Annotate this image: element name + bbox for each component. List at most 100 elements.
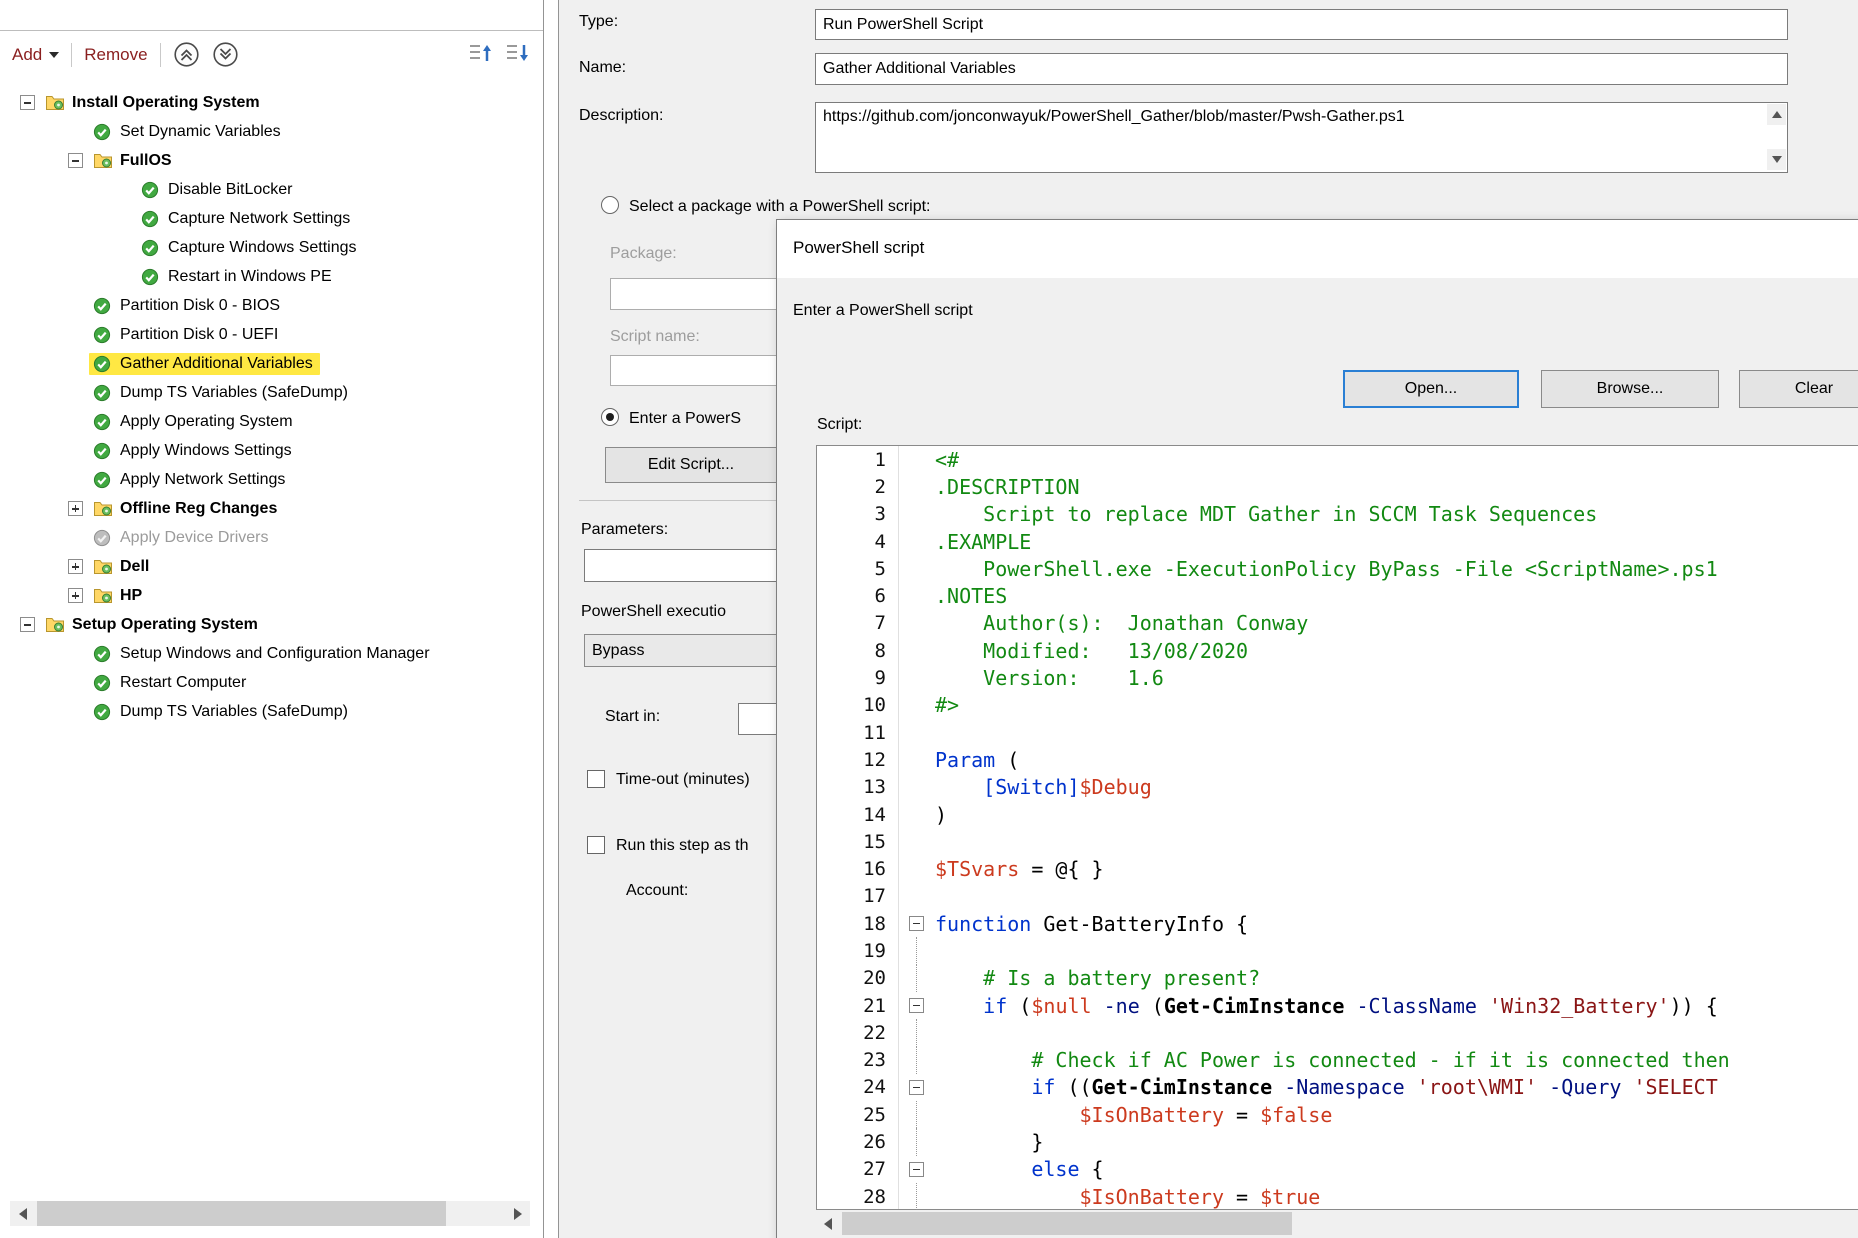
tree-indent-spacer: [116, 182, 131, 197]
select-package-radio[interactable]: [601, 196, 619, 214]
add-button[interactable]: Add: [12, 45, 59, 65]
tree-item[interactable]: Capture Windows Settings: [0, 233, 542, 262]
step-success-icon: [93, 703, 113, 721]
type-field[interactable]: Run PowerShell Script: [815, 9, 1788, 40]
tree-item[interactable]: Set Dynamic Variables: [0, 117, 542, 146]
fold-margin: [899, 1101, 935, 1128]
script-editor[interactable]: 1<#2.DESCRIPTION3 Script to replace MDT …: [816, 445, 1858, 1210]
code-line: 20 # Is a battery present?: [817, 965, 1858, 992]
editor-horizontal-scrollbar[interactable]: [816, 1212, 1858, 1235]
code-fold-collapse-icon[interactable]: [909, 916, 924, 931]
tree-item[interactable]: Offline Reg Changes: [0, 494, 542, 523]
code-line: 14): [817, 801, 1858, 828]
scroll-left-button[interactable]: [816, 1212, 839, 1235]
tree-item-content: Offline Reg Changes: [89, 498, 284, 520]
task-sequence-tree[interactable]: Install Operating System Set Dynamic Vari…: [0, 88, 542, 1178]
tree-item-content: Set Dynamic Variables: [89, 121, 288, 143]
collapse-all-button[interactable]: [173, 41, 200, 68]
collapse-toggle-icon[interactable]: [20, 617, 35, 632]
timeout-checkbox[interactable]: [587, 770, 605, 788]
tree-item[interactable]: Restart in Windows PE: [0, 262, 542, 291]
code-fold-collapse-icon[interactable]: [909, 1162, 924, 1177]
step-success-icon: [93, 123, 113, 141]
tree-item[interactable]: Partition Disk 0 - UEFI: [0, 320, 542, 349]
description-scroll-up-button[interactable]: [1767, 104, 1786, 125]
name-field[interactable]: Gather Additional Variables: [815, 53, 1788, 85]
expand-all-button[interactable]: [212, 41, 239, 68]
expand-toggle-icon[interactable]: [68, 559, 83, 574]
tree-item[interactable]: Apply Network Settings: [0, 465, 542, 494]
line-number: 24: [817, 1074, 899, 1101]
scrollbar-thumb[interactable]: [37, 1201, 446, 1226]
code-text: .DESCRIPTION: [935, 475, 1080, 499]
line-number: 8: [817, 637, 899, 664]
tree-item[interactable]: Disable BitLocker: [0, 175, 542, 204]
scroll-right-button[interactable]: [505, 1201, 530, 1226]
tree-horizontal-scrollbar[interactable]: [10, 1201, 530, 1226]
code-line: 18function Get-BatteryInfo {: [817, 910, 1858, 937]
scrollbar-track[interactable]: [35, 1201, 505, 1226]
tree-item-content: Gather Additional Variables: [89, 353, 320, 375]
tree-item[interactable]: Apply Device Drivers: [0, 523, 542, 552]
code-text: $IsOnBattery = $true: [935, 1185, 1320, 1209]
tree-item-label: HP: [120, 587, 142, 605]
remove-button[interactable]: Remove: [84, 45, 147, 65]
tree-item-content: Capture Network Settings: [137, 208, 357, 230]
tree-item[interactable]: Install Operating System: [0, 88, 542, 117]
script-name-label: Script name:: [610, 328, 700, 346]
open-button[interactable]: Open...: [1343, 370, 1519, 408]
collapse-toggle-icon[interactable]: [68, 153, 83, 168]
tree-item[interactable]: Gather Additional Variables: [0, 349, 542, 378]
step-success-icon: [141, 210, 161, 228]
code-text: .EXAMPLE: [935, 530, 1031, 554]
scrollbar-thumb[interactable]: [842, 1212, 1292, 1235]
fold-margin: [899, 446, 935, 473]
collapse-toggle-icon[interactable]: [20, 95, 35, 110]
tree-item[interactable]: Dell: [0, 552, 542, 581]
edit-script-button[interactable]: Edit Script...: [605, 447, 777, 483]
description-field[interactable]: https://github.com/jonconwayuk/PowerShel…: [815, 102, 1788, 173]
line-number: 14: [817, 801, 899, 828]
code-fold-collapse-icon[interactable]: [909, 1080, 924, 1095]
collapse-groups-button[interactable]: [504, 41, 531, 68]
tree-item-content: FullOS: [89, 150, 179, 172]
tree-item[interactable]: Apply Operating System: [0, 407, 542, 436]
tree-item[interactable]: Capture Network Settings: [0, 204, 542, 233]
run-as-checkbox[interactable]: [587, 836, 605, 854]
code-fold-collapse-icon[interactable]: [909, 998, 924, 1013]
enter-script-radio[interactable]: [601, 408, 619, 426]
tree-item[interactable]: Apply Windows Settings: [0, 436, 542, 465]
execution-policy-label: PowerShell executio: [581, 603, 726, 621]
expand-toggle-icon[interactable]: [68, 588, 83, 603]
expand-groups-button[interactable]: [467, 41, 494, 68]
tree-item-label: Dell: [120, 558, 149, 576]
tree-item[interactable]: HP: [0, 581, 542, 610]
clear-button[interactable]: Clear: [1739, 370, 1858, 408]
browse-button[interactable]: Browse...: [1541, 370, 1719, 408]
code-line: 19: [817, 937, 1858, 964]
tree-item[interactable]: Dump TS Variables (SafeDump): [0, 378, 542, 407]
tree-item[interactable]: Dump TS Variables (SafeDump): [0, 697, 542, 726]
tree-item[interactable]: Partition Disk 0 - BIOS: [0, 291, 542, 320]
add-dropdown-caret-icon: [49, 52, 59, 63]
remove-button-label: Remove: [84, 45, 147, 65]
description-scroll-down-button[interactable]: [1767, 149, 1786, 170]
code-line: 5 PowerShell.exe -ExecutionPolicy ByPass…: [817, 555, 1858, 582]
scroll-left-button[interactable]: [10, 1201, 35, 1226]
tree-item-label: Capture Network Settings: [168, 210, 350, 228]
expand-toggle-icon[interactable]: [68, 501, 83, 516]
line-number: 5: [817, 555, 899, 582]
code-line: 23 # Check if AC Power is connected - if…: [817, 1047, 1858, 1074]
account-label: Account:: [626, 882, 688, 900]
group-folder-icon: [93, 587, 113, 605]
tree-item[interactable]: Restart Computer: [0, 668, 542, 697]
tree-item[interactable]: Setup Operating System: [0, 610, 542, 639]
fold-margin: [899, 1047, 935, 1074]
code-line: 28 $IsOnBattery = $true: [817, 1183, 1858, 1210]
tree-item[interactable]: Setup Windows and Configuration Manager: [0, 639, 542, 668]
tree-item-content: HP: [89, 585, 149, 607]
tree-item[interactable]: FullOS: [0, 146, 542, 175]
line-number: 17: [817, 883, 899, 910]
fold-margin: [899, 746, 935, 773]
line-number: 18: [817, 910, 899, 937]
